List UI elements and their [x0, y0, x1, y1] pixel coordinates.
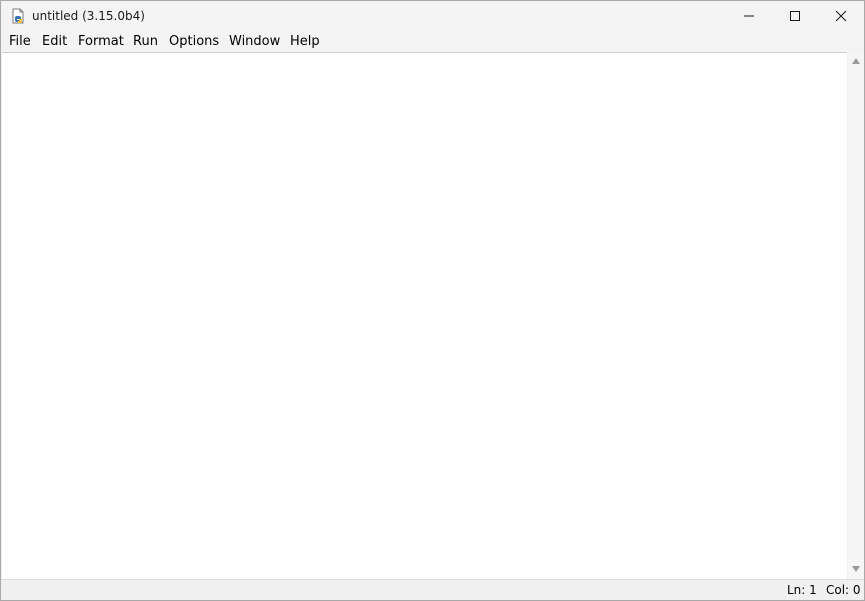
- title-bar[interactable]: untitled (3.15.0b4): [1, 1, 864, 32]
- idle-editor-window: untitled (3.15.0b4) File Edit Format Run…: [0, 0, 865, 601]
- menu-format[interactable]: Format: [77, 34, 125, 49]
- menu-options[interactable]: Options: [168, 34, 220, 49]
- minimize-button[interactable]: [726, 1, 772, 32]
- menu-window[interactable]: Window: [228, 34, 281, 49]
- code-editor-area[interactable]: [2, 52, 847, 579]
- status-line-number: Ln: 1: [787, 583, 817, 597]
- menu-run[interactable]: Run: [132, 34, 159, 49]
- close-button[interactable]: [818, 1, 864, 32]
- close-icon: [835, 10, 847, 22]
- menu-file[interactable]: File: [8, 34, 32, 49]
- vertical-scrollbar[interactable]: [848, 52, 864, 579]
- status-column-number: Col: 0: [826, 583, 861, 597]
- window-title: untitled (3.15.0b4): [32, 9, 145, 23]
- scroll-up-arrow-icon[interactable]: [852, 58, 860, 64]
- minimize-icon: [744, 15, 754, 17]
- maximize-button[interactable]: [772, 1, 818, 32]
- scroll-down-arrow-icon[interactable]: [852, 566, 860, 572]
- menu-edit[interactable]: Edit: [41, 34, 68, 49]
- menu-help[interactable]: Help: [289, 34, 321, 49]
- maximize-icon: [790, 11, 800, 21]
- menu-bar: File Edit Format Run Options Window Help: [1, 32, 864, 52]
- status-bar: Ln: 1 Col: 0: [1, 579, 864, 600]
- python-idle-icon: [10, 8, 26, 24]
